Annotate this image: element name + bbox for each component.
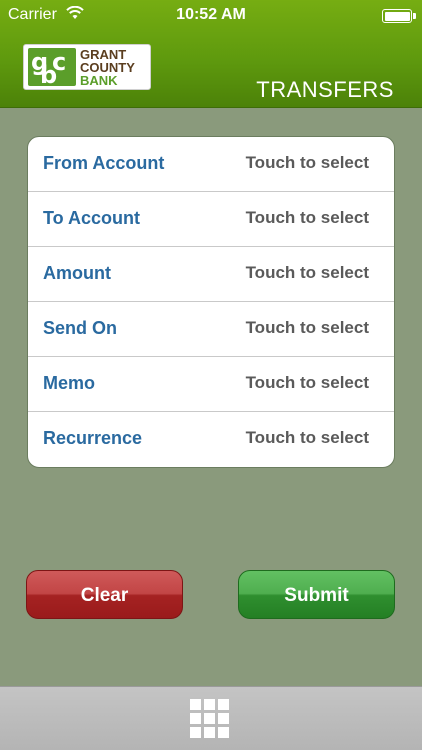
form-row-from-account[interactable]: From Account Touch to select (28, 137, 394, 192)
status-time: 10:52 AM (176, 6, 246, 23)
form-row-send-on[interactable]: Send On Touch to select (28, 302, 394, 357)
bank-logo: gcb GRANT COUNTY BANK (23, 44, 151, 90)
logo-mark: gcb (28, 48, 76, 89)
form-row-amount[interactable]: Amount Touch to select (28, 247, 394, 302)
battery-icon (382, 9, 412, 23)
from-account-label: From Account (43, 153, 165, 173)
form-row-memo[interactable]: Memo Touch to select (28, 357, 394, 412)
battery-tip (413, 13, 416, 19)
from-account-value[interactable]: Touch to select (246, 153, 369, 173)
memo-label: Memo (43, 373, 96, 393)
transfer-form: From Account Touch to select To Account … (27, 136, 395, 468)
form-row-to-account[interactable]: To Account Touch to select (28, 192, 394, 247)
recurrence-label: Recurrence (43, 428, 143, 448)
to-account-label: To Account (43, 208, 140, 228)
app-header: Carrier 10:52 AM gcb GRANT COUNTY BANK T… (0, 0, 422, 108)
logo-line-bank: BANK (80, 73, 118, 88)
send-on-label: Send On (43, 318, 118, 338)
amount-value[interactable]: Touch to select (246, 263, 369, 283)
to-account-value[interactable]: Touch to select (246, 208, 369, 228)
submit-button[interactable]: Submit (238, 570, 395, 619)
recurrence-value[interactable]: Touch to select (246, 428, 369, 448)
status-bar: Carrier 10:52 AM (0, 0, 422, 30)
page-title: TRANSFERS (256, 77, 394, 102)
logo-text: GRANT COUNTY BANK (80, 48, 135, 87)
send-on-value[interactable]: Touch to select (246, 318, 369, 338)
grid-menu-icon[interactable] (190, 699, 229, 738)
clear-button[interactable]: Clear (26, 570, 183, 619)
amount-label: Amount (43, 263, 111, 283)
memo-value[interactable]: Touch to select (246, 373, 369, 393)
form-row-recurrence[interactable]: Recurrence Touch to select (28, 412, 394, 467)
bottom-toolbar (0, 686, 422, 750)
